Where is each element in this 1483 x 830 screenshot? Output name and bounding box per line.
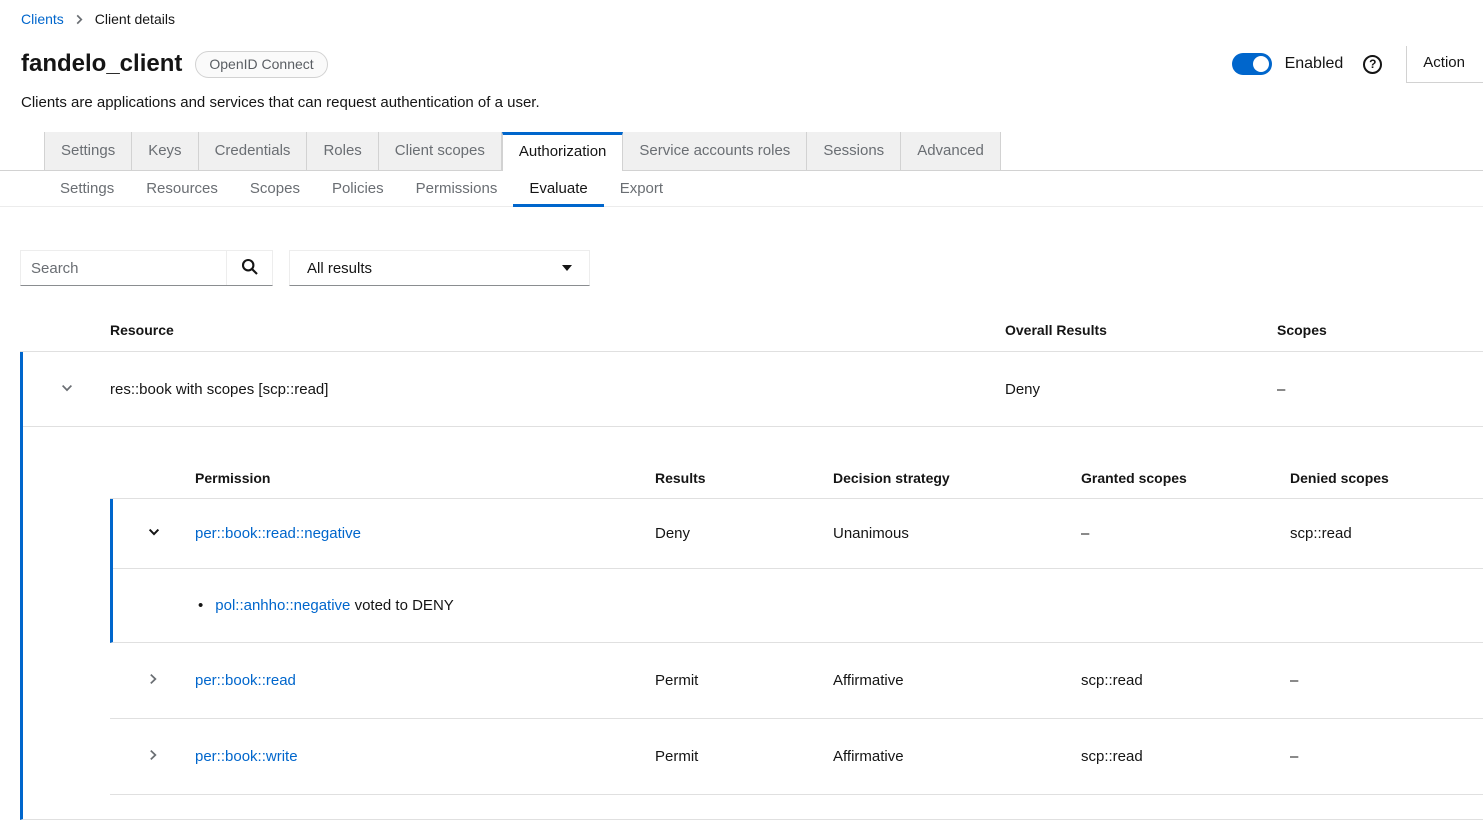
collapse-permission-row-button[interactable] bbox=[113, 525, 195, 542]
expand-permission-row-button[interactable] bbox=[110, 748, 195, 765]
question-circle-icon[interactable]: ? bbox=[1363, 55, 1382, 74]
decision-strategy-value: Affirmative bbox=[833, 672, 1081, 689]
granted-scopes-value: scp::read bbox=[1081, 672, 1290, 689]
page-header: fandelo_client OpenID Connect Enabled ? … bbox=[0, 44, 1483, 84]
toggle-knob bbox=[1253, 56, 1269, 72]
expand-permission-row-button[interactable] bbox=[110, 672, 195, 689]
client-type-badge: OpenID Connect bbox=[195, 51, 327, 78]
client-tabs: Settings Keys Credentials Roles Client s… bbox=[0, 132, 1483, 171]
subtab-resources[interactable]: Resources bbox=[130, 171, 234, 206]
tab-keys[interactable]: Keys bbox=[132, 132, 198, 170]
angle-down-icon bbox=[147, 525, 161, 542]
tab-advanced[interactable]: Advanced bbox=[901, 132, 1001, 170]
authorization-subtabs: Settings Resources Scopes Policies Permi… bbox=[0, 171, 1483, 207]
denied-scopes-value: – bbox=[1290, 672, 1483, 689]
angle-right-icon bbox=[75, 14, 84, 25]
results-filter-value: All results bbox=[307, 260, 372, 277]
magnifier-icon bbox=[241, 258, 259, 279]
bullet-icon: • bbox=[198, 597, 203, 614]
page-title: fandelo_client bbox=[21, 50, 182, 78]
table-row: res::book with scopes [scp::read] Deny – bbox=[23, 352, 1483, 427]
tab-sessions[interactable]: Sessions bbox=[807, 132, 901, 170]
tab-credentials[interactable]: Credentials bbox=[199, 132, 308, 170]
resource-name: res::book with scopes [scp::read] bbox=[110, 381, 1005, 398]
column-results: Results bbox=[655, 470, 833, 486]
policy-vote-text: voted to DENY bbox=[355, 597, 454, 614]
angle-right-icon bbox=[146, 748, 160, 765]
permission-link[interactable]: per::book::read::negative bbox=[195, 525, 361, 542]
permission-link[interactable]: per::book::write bbox=[195, 748, 298, 765]
search-group bbox=[20, 250, 273, 286]
subtab-scopes[interactable]: Scopes bbox=[234, 171, 316, 206]
enabled-toggle[interactable] bbox=[1232, 53, 1272, 75]
result-value: Deny bbox=[655, 525, 833, 542]
results-table-header: Resource Overall Results Scopes bbox=[20, 308, 1483, 352]
column-granted-scopes: Granted scopes bbox=[1081, 470, 1290, 486]
permissions-table-header: Permission Results Decision strategy Gra… bbox=[110, 457, 1483, 499]
result-value: Permit bbox=[655, 672, 833, 689]
evaluate-toolbar: All results bbox=[20, 250, 1483, 286]
denied-scopes-value: scp::read bbox=[1290, 525, 1483, 542]
tab-settings[interactable]: Settings bbox=[44, 132, 132, 170]
breadcrumb: Clients Client details bbox=[0, 0, 1483, 27]
subtab-evaluate[interactable]: Evaluate bbox=[513, 171, 603, 206]
subtab-permissions[interactable]: Permissions bbox=[400, 171, 514, 206]
scopes-value: – bbox=[1277, 381, 1483, 398]
subtab-export[interactable]: Export bbox=[604, 171, 679, 206]
table-row: per::book::write Permit Affirmative scp:… bbox=[110, 719, 1483, 795]
column-decision-strategy: Decision strategy bbox=[833, 470, 1081, 486]
subtab-settings[interactable]: Settings bbox=[44, 171, 130, 206]
tab-authorization[interactable]: Authorization bbox=[502, 132, 624, 171]
page-subtitle: Clients are applications and services th… bbox=[0, 94, 1483, 111]
search-button[interactable] bbox=[226, 251, 272, 285]
collapse-resource-row-button[interactable] bbox=[23, 381, 110, 398]
denied-scopes-value: – bbox=[1290, 748, 1483, 765]
decision-strategy-value: Affirmative bbox=[833, 748, 1081, 765]
breadcrumb-current: Client details bbox=[95, 11, 175, 27]
resource-row-group: res::book with scopes [scp::read] Deny –… bbox=[20, 352, 1483, 820]
subtab-policies[interactable]: Policies bbox=[316, 171, 400, 206]
table-row: per::book::read::negative Deny Unanimous… bbox=[113, 499, 1483, 569]
tab-client-scopes[interactable]: Client scopes bbox=[379, 132, 502, 170]
permission-link[interactable]: per::book::read bbox=[195, 672, 296, 689]
tab-service-accounts-roles[interactable]: Service accounts roles bbox=[623, 132, 807, 170]
breadcrumb-clients-link[interactable]: Clients bbox=[21, 11, 64, 27]
angle-right-icon bbox=[146, 672, 160, 689]
evaluation-results-table: Resource Overall Results Scopes res::boo… bbox=[20, 308, 1483, 820]
column-permission: Permission bbox=[195, 470, 655, 486]
decision-strategy-value: Unanimous bbox=[833, 525, 1081, 542]
angle-down-icon bbox=[60, 381, 74, 398]
column-resource: Resource bbox=[110, 322, 1005, 338]
column-overall-results: Overall Results bbox=[1005, 322, 1277, 338]
column-scopes: Scopes bbox=[1277, 322, 1483, 338]
table-row: per::book::read Permit Affirmative scp::… bbox=[110, 643, 1483, 719]
policy-vote-detail: • pol::anhho::negative voted to DENY bbox=[113, 569, 1483, 642]
result-value: Permit bbox=[655, 748, 833, 765]
granted-scopes-value: – bbox=[1081, 525, 1290, 542]
overall-result-value: Deny bbox=[1005, 381, 1277, 398]
results-filter-select[interactable]: All results bbox=[289, 250, 590, 286]
search-input[interactable] bbox=[21, 251, 226, 285]
action-dropdown-button[interactable]: Action bbox=[1406, 46, 1483, 83]
caret-down-icon bbox=[562, 265, 572, 271]
permissions-table: Permission Results Decision strategy Gra… bbox=[23, 427, 1483, 819]
granted-scopes-value: scp::read bbox=[1081, 748, 1290, 765]
policy-link[interactable]: pol::anhho::negative bbox=[215, 597, 350, 614]
tab-roles[interactable]: Roles bbox=[307, 132, 378, 170]
column-denied-scopes: Denied scopes bbox=[1290, 470, 1483, 486]
enabled-label: Enabled bbox=[1285, 55, 1344, 73]
permission-row-group: per::book::read::negative Deny Unanimous… bbox=[110, 499, 1483, 643]
